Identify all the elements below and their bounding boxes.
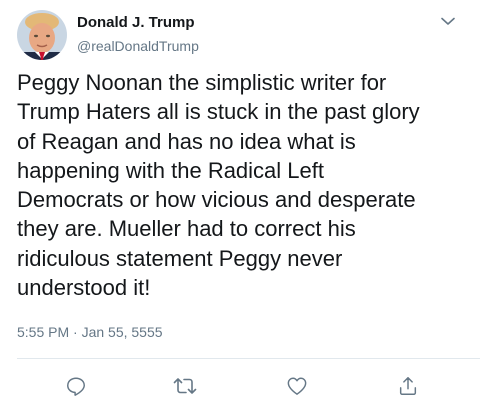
reply-icon xyxy=(67,377,85,396)
action-bar xyxy=(0,370,480,400)
heart-icon xyxy=(287,377,307,395)
reply-button[interactable] xyxy=(64,374,88,398)
avatar-image xyxy=(17,10,67,60)
tweet-timestamp[interactable]: 5:55 PM · Jan 55, 5555 xyxy=(17,324,163,340)
tweet-text: Peggy Noonan the simplistic writer for T… xyxy=(17,70,420,301)
share-icon xyxy=(399,377,417,395)
retweet-button[interactable] xyxy=(173,374,197,398)
author-handle[interactable]: @realDonaldTrump xyxy=(77,38,199,54)
tweet-card: Donald J. Trump @realDonaldTrump Peggy N… xyxy=(0,0,480,410)
divider xyxy=(17,358,480,359)
like-button[interactable] xyxy=(285,374,309,398)
chevron-down-icon[interactable] xyxy=(437,13,459,29)
author-display-name[interactable]: Donald J. Trump xyxy=(77,14,195,31)
avatar[interactable] xyxy=(17,10,67,60)
share-button[interactable] xyxy=(396,374,420,398)
retweet-icon xyxy=(173,378,197,394)
